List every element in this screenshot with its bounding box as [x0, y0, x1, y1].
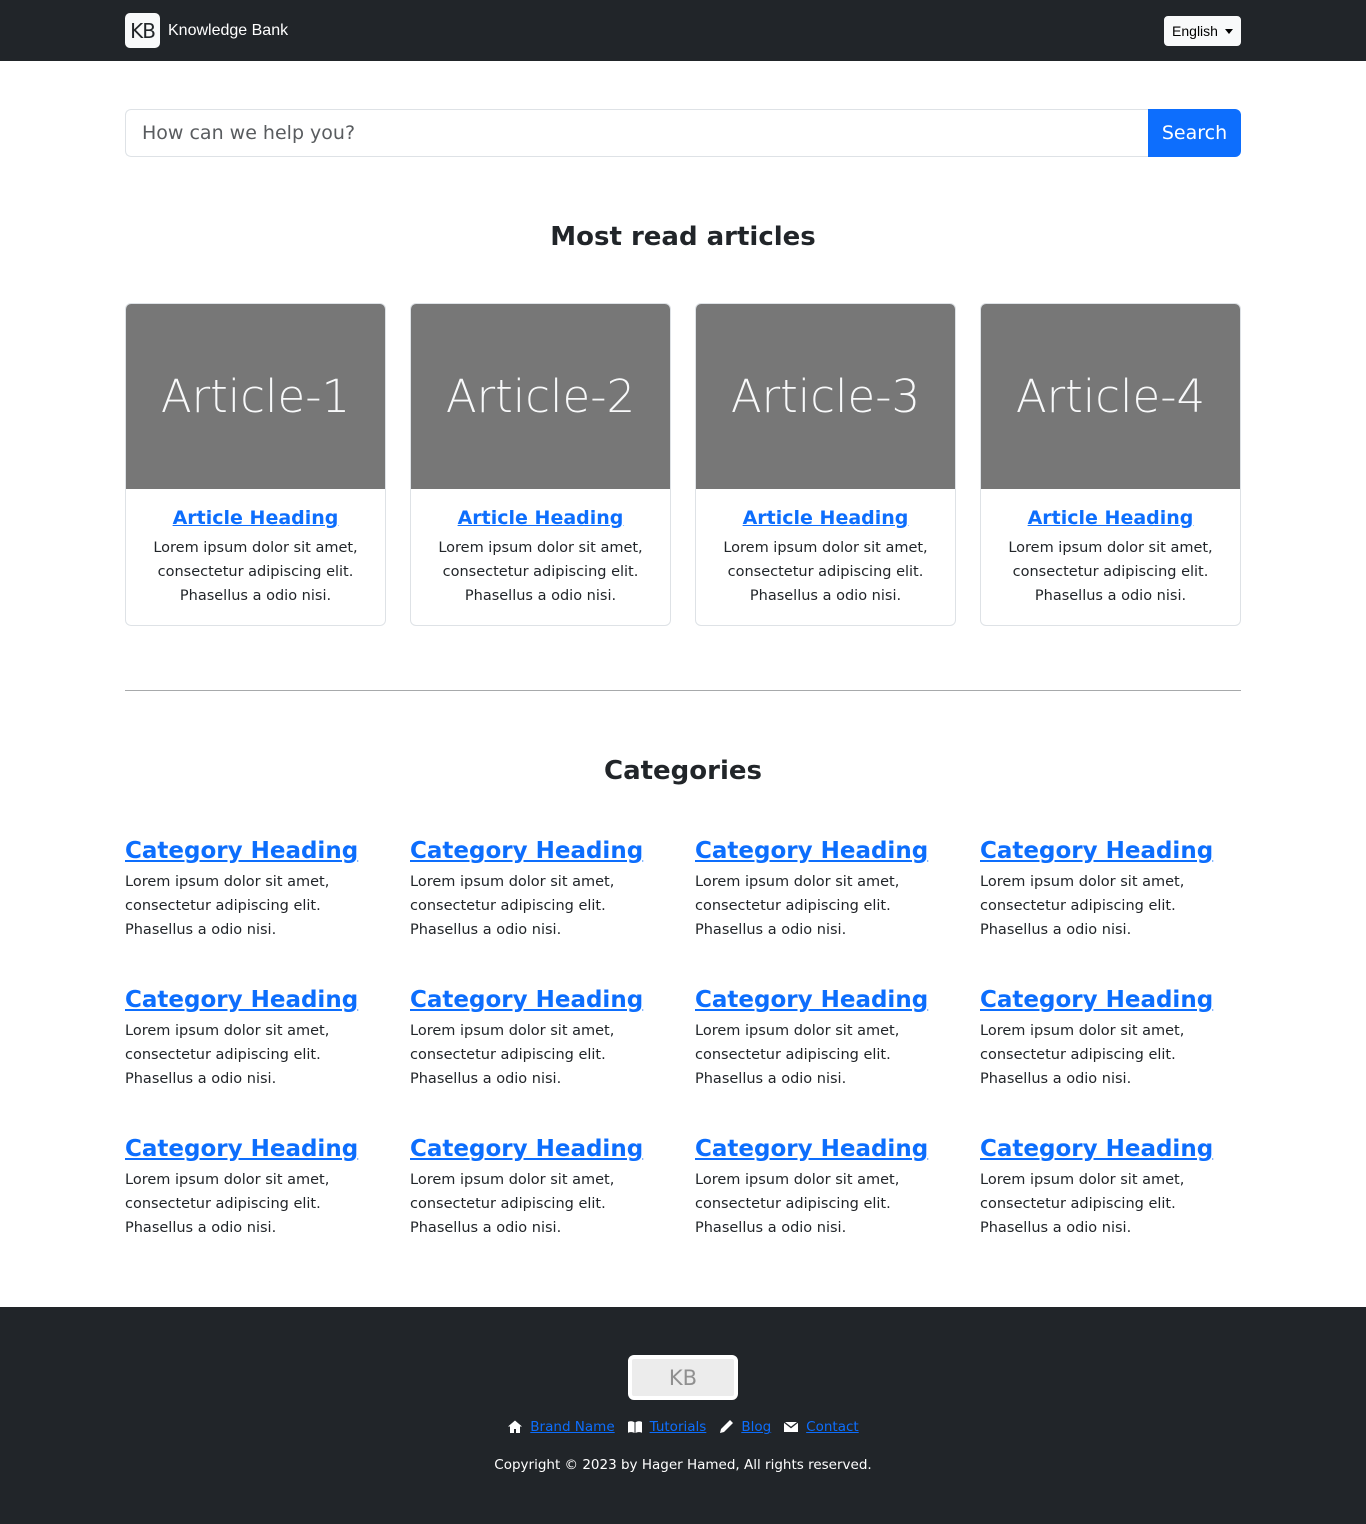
- footer-contact-link[interactable]: Contact: [806, 1419, 859, 1435]
- category-description: Lorem ipsum dolor sit amet, consectetur …: [125, 874, 330, 938]
- category-description: Lorem ipsum dolor sit amet, consectetur …: [695, 1172, 900, 1236]
- most-read-title: Most read articles: [550, 222, 816, 252]
- article-summary: Lorem ipsum dolor sit amet, consectetur …: [1008, 540, 1213, 604]
- article-card: Article-2 Article Heading Lorem ipsum do…: [410, 303, 671, 626]
- pencil-icon: [720, 1420, 734, 1433]
- category-heading-link[interactable]: Category Heading: [980, 836, 1213, 866]
- category-item: Category Heading Lorem ipsum dolor sit a…: [980, 985, 1241, 1091]
- article-card: Article-1 Article Heading Lorem ipsum do…: [125, 303, 386, 626]
- category-item: Category Heading Lorem ipsum dolor sit a…: [695, 836, 956, 942]
- category-item: Category Heading Lorem ipsum dolor sit a…: [125, 836, 386, 942]
- article-image: Article-3: [696, 304, 955, 489]
- category-description: Lorem ipsum dolor sit amet, consectetur …: [695, 1023, 900, 1087]
- article-summary: Lorem ipsum dolor sit amet, consectetur …: [438, 540, 643, 604]
- category-description: Lorem ipsum dolor sit amet, consectetur …: [125, 1023, 330, 1087]
- copyright-text: Copyright © 2023 by Hager Hamed, All rig…: [494, 1457, 872, 1473]
- category-heading-link[interactable]: Category Heading: [125, 1134, 358, 1164]
- footer-logo: KB: [628, 1355, 738, 1400]
- envelope-icon: [783, 1421, 799, 1432]
- article-heading-link[interactable]: Article Heading: [173, 505, 339, 531]
- footer-link-contact: Contact: [783, 1419, 859, 1435]
- search-input[interactable]: [125, 109, 1148, 157]
- brand-link[interactable]: KB Knowledge Bank: [125, 13, 288, 48]
- language-dropdown[interactable]: English: [1164, 16, 1241, 46]
- footer-links: Brand Name Tutorials Blog Contact: [0, 1419, 1366, 1435]
- category-description: Lorem ipsum dolor sit amet, consectetur …: [980, 1172, 1185, 1236]
- footer-link-blog: Blog: [718, 1419, 771, 1435]
- search-bar: Search: [125, 109, 1241, 157]
- article-heading-link[interactable]: Article Heading: [743, 505, 909, 531]
- category-item: Category Heading Lorem ipsum dolor sit a…: [410, 836, 671, 942]
- language-label: English: [1172, 23, 1218, 39]
- footer-brand-link[interactable]: Brand Name: [530, 1419, 614, 1435]
- category-item: Category Heading Lorem ipsum dolor sit a…: [695, 985, 956, 1091]
- category-heading-link[interactable]: Category Heading: [410, 1134, 643, 1164]
- caret-down-icon: [1224, 28, 1233, 34]
- page-footer: KB Brand Name Tutorials Blog Contact Cop…: [0, 1307, 1366, 1524]
- category-heading-link[interactable]: Category Heading: [125, 836, 358, 866]
- article-image: Article-4: [981, 304, 1240, 489]
- category-heading-link[interactable]: Category Heading: [980, 985, 1213, 1015]
- search-button[interactable]: Search: [1148, 109, 1241, 157]
- category-item: Category Heading Lorem ipsum dolor sit a…: [125, 985, 386, 1091]
- categories-title: Categories: [603, 756, 762, 786]
- article-card: Article-4 Article Heading Lorem ipsum do…: [980, 303, 1241, 626]
- category-description: Lorem ipsum dolor sit amet, consectetur …: [410, 874, 615, 938]
- article-image: Article-1: [126, 304, 385, 489]
- category-item: Category Heading Lorem ipsum dolor sit a…: [980, 836, 1241, 942]
- category-description: Lorem ipsum dolor sit amet, consectetur …: [980, 1023, 1185, 1087]
- footer-blog-link[interactable]: Blog: [741, 1419, 771, 1435]
- section-divider: [125, 690, 1241, 691]
- article-heading-link[interactable]: Article Heading: [458, 505, 624, 531]
- category-item: Category Heading Lorem ipsum dolor sit a…: [695, 1134, 956, 1240]
- article-summary: Lorem ipsum dolor sit amet, consectetur …: [723, 540, 928, 604]
- footer-tutorials-link[interactable]: Tutorials: [650, 1419, 707, 1435]
- footer-link-brand: Brand Name: [507, 1419, 615, 1435]
- category-description: Lorem ipsum dolor sit amet, consectetur …: [410, 1023, 615, 1087]
- category-description: Lorem ipsum dolor sit amet, consectetur …: [980, 874, 1185, 938]
- article-summary: Lorem ipsum dolor sit amet, consectetur …: [153, 540, 358, 604]
- category-heading-link[interactable]: Category Heading: [410, 836, 643, 866]
- home-icon: [508, 1420, 523, 1433]
- footer-link-tutorials: Tutorials: [627, 1419, 707, 1435]
- category-description: Lorem ipsum dolor sit amet, consectetur …: [125, 1172, 330, 1236]
- category-description: Lorem ipsum dolor sit amet, consectetur …: [695, 874, 900, 938]
- article-image: Article-2: [411, 304, 670, 489]
- category-heading-link[interactable]: Category Heading: [695, 836, 928, 866]
- brand-name: Knowledge Bank: [168, 21, 289, 39]
- category-heading-link[interactable]: Category Heading: [695, 985, 928, 1015]
- category-heading-link[interactable]: Category Heading: [980, 1134, 1213, 1164]
- category-heading-link[interactable]: Category Heading: [410, 985, 643, 1015]
- category-heading-link[interactable]: Category Heading: [125, 985, 358, 1015]
- article-card: Article-3 Article Heading Lorem ipsum do…: [695, 303, 956, 626]
- article-heading-link[interactable]: Article Heading: [1028, 505, 1194, 531]
- category-item: Category Heading Lorem ipsum dolor sit a…: [980, 1134, 1241, 1240]
- category-item: Category Heading Lorem ipsum dolor sit a…: [410, 1134, 671, 1240]
- category-item: Category Heading Lorem ipsum dolor sit a…: [410, 985, 671, 1091]
- category-heading-link[interactable]: Category Heading: [695, 1134, 928, 1164]
- category-item: Category Heading Lorem ipsum dolor sit a…: [125, 1134, 386, 1240]
- book-icon: [627, 1421, 642, 1433]
- brand-logo: KB: [125, 13, 160, 48]
- top-navbar: KB Knowledge Bank English: [0, 0, 1366, 61]
- category-description: Lorem ipsum dolor sit amet, consectetur …: [410, 1172, 615, 1236]
